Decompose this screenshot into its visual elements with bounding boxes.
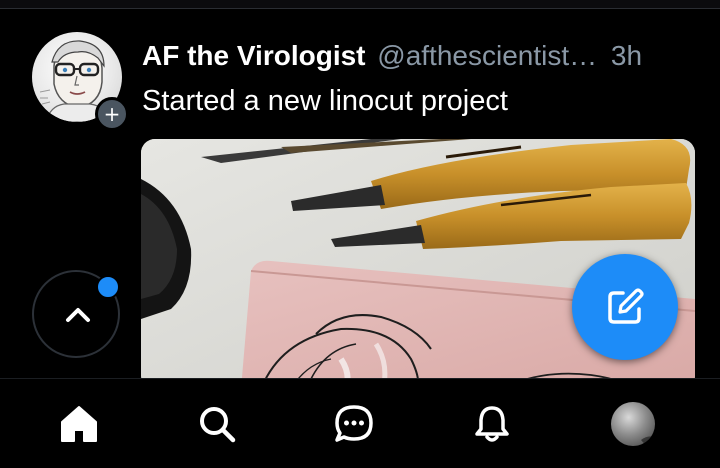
- compose-button[interactable]: [572, 254, 678, 360]
- compose-icon: [608, 288, 644, 324]
- nav-profile[interactable]: [588, 379, 678, 468]
- post-text: Started a new linocut project: [142, 85, 508, 117]
- profile-avatar-image: [641, 436, 655, 446]
- post-timestamp: 3h: [610, 40, 643, 71]
- nav-home[interactable]: [34, 379, 124, 468]
- post-header: AF the Virologist @afthescientist… 3h: [142, 38, 702, 74]
- author-display-name[interactable]: AF the Virologist: [142, 40, 366, 71]
- bell-icon: [475, 406, 509, 442]
- new-posts-indicator: [96, 275, 120, 299]
- profile-avatar: [611, 402, 655, 446]
- nav-notifications[interactable]: [447, 379, 537, 468]
- nav-search[interactable]: [172, 379, 262, 468]
- app-screen: + AF the Virologist @afthescientist… 3h …: [0, 0, 720, 468]
- search-icon: [200, 407, 236, 443]
- chevron-up-icon: [66, 308, 90, 322]
- chat-bubble-icon: [335, 405, 373, 442]
- bottom-navigation: [0, 378, 720, 468]
- home-icon: [61, 406, 97, 442]
- top-divider: [0, 0, 720, 9]
- nav-messages[interactable]: [309, 379, 399, 468]
- follow-badge[interactable]: +: [95, 97, 129, 131]
- author-handle[interactable]: @afthescientist…: [377, 40, 597, 71]
